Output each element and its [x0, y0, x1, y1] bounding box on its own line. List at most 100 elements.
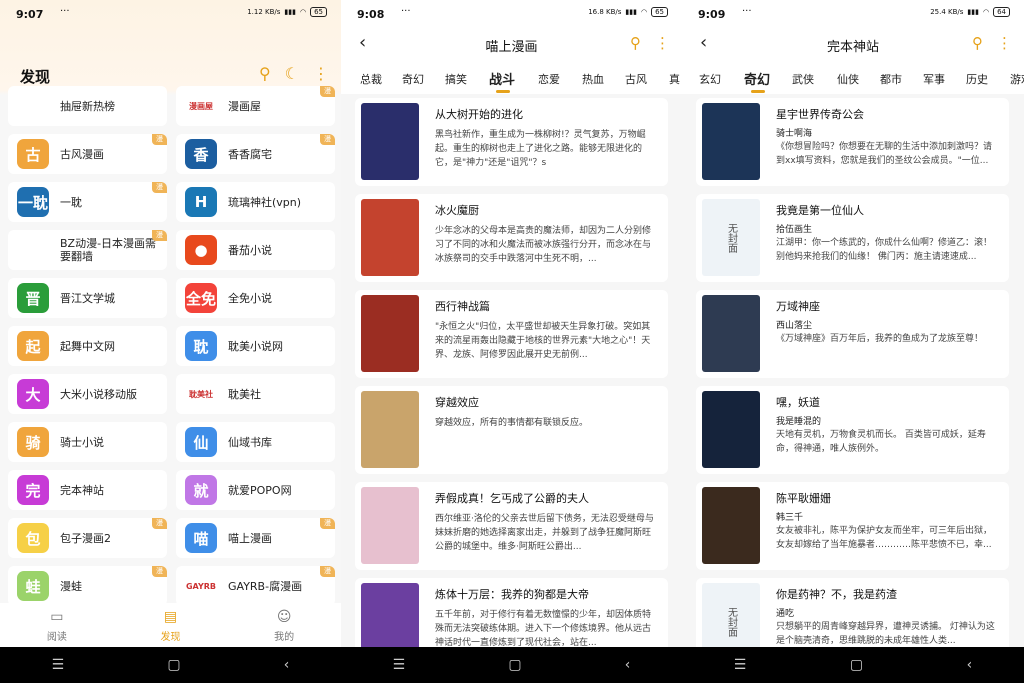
source-tile[interactable]: ● 番茄小说 [176, 230, 335, 270]
search-icon[interactable]: ⚲ [259, 64, 271, 83]
source-tile[interactable]: 仙仙域书库 [176, 422, 335, 462]
source-logo-icon: ● [185, 235, 217, 265]
source-tile[interactable]: H 琉璃神社(vpn) [176, 182, 335, 222]
source-logo-icon: 晋 [17, 283, 49, 313]
book-title: 西行神战篇 [435, 300, 490, 313]
tab-item[interactable]: 仙侠 [837, 71, 859, 87]
source-label: GAYRB-腐漫画 [228, 579, 303, 593]
source-tile[interactable]: 耽耽美小说网 [176, 326, 335, 366]
book-description: 西尔维亚·洛伦的父亲去世后留下债务，无法忍受继母与妹妹折磨的她选择离家出走，并躲… [435, 514, 654, 552]
nav-mine[interactable]: ☺ 我的 [227, 603, 341, 647]
source-tile[interactable]: 古古风漫画 漫 [8, 134, 167, 174]
comic-tag-badge: 漫 [152, 518, 167, 529]
source-logo-icon: 耽美社 [185, 379, 217, 409]
book-card[interactable]: 星宇世界传奇公会 骑士啊海 《你想冒险吗？你想要在无聊的生活中添加刺激吗？请到xx填… [696, 98, 1009, 186]
home-icon[interactable]: ▢ [167, 657, 180, 673]
source-tile[interactable]: 晋晋江文学城 [8, 278, 167, 318]
source-logo-icon: GAYRB [185, 571, 217, 601]
book-title: 嘿，妖道 [776, 396, 820, 409]
source-tile[interactable]: 全免 全免小说 [176, 278, 335, 318]
book-card[interactable]: 陈平耿姗姗 韩三千 女友被非礼，陈平为保护女友而坐牢，可三年后出狱，女友却嫁给了当年… [696, 482, 1009, 570]
source-label: 番茄小说 [228, 243, 272, 257]
back-icon[interactable]: ‹ [284, 657, 290, 673]
book-author: 通吃 [776, 609, 795, 619]
tab-item[interactable]: 恋爱 [538, 71, 560, 87]
system-nav: ☰ ▢ ‹ [682, 647, 1024, 683]
tab-item[interactable]: 搞笑 [445, 71, 467, 87]
more-icon[interactable]: ⋮ [655, 34, 670, 52]
tab-item[interactable]: 真 [669, 71, 680, 87]
comic-tag-badge: 漫 [152, 134, 167, 145]
nav-discover[interactable]: ▤ 发现 [114, 603, 228, 647]
source-tile[interactable]: 包包子漫画2 漫 [8, 518, 167, 558]
tab-item[interactable]: 历史 [966, 71, 988, 87]
search-icon[interactable]: ⚲ [630, 34, 641, 52]
source-label: 耽美社 [228, 387, 261, 401]
home-icon[interactable]: ▢ [850, 657, 863, 673]
menu-icon[interactable]: ☰ [734, 657, 747, 673]
tab-item[interactable]: 玄幻 [699, 71, 721, 87]
source-label: 大米小说移动版 [60, 387, 137, 401]
nav-read[interactable]: ▭ 阅读 [0, 603, 114, 647]
source-tile[interactable]: 漫画屋 漫画屋 漫 [176, 86, 335, 126]
source-tile[interactable]: 耽美社 耽美社 [176, 374, 335, 414]
book-description: 江湖甲：你一个练武的，你成什么仙啊？修道乙：滚！别他妈来抢我们的仙缘！ 佛门丙：… [776, 238, 993, 262]
book-description: 女友被非礼，陈平为保护女友而坐牢，可三年后出狱，女友却嫁给了当年施暴者…………陈… [776, 526, 993, 550]
source-tile[interactable]: GAYRB GAYRB-腐漫画 漫 [176, 566, 335, 606]
tab-item[interactable]: 都市 [880, 71, 902, 87]
source-label: BZ动漫-日本漫画需要翻墙 [60, 237, 157, 263]
source-tile[interactable]: 一耽 一耽 漫 [8, 182, 167, 222]
tab-item[interactable]: 奇幻 [402, 71, 424, 87]
source-label: 古风漫画 [60, 147, 104, 161]
book-title: 星宇世界传奇公会 [776, 108, 864, 121]
source-tile[interactable]: 蛙漫蛙 漫 [8, 566, 167, 606]
book-description: 《你想冒险吗？你想要在无聊的生活中添加刺激吗？请到xx填写资料，您就是我们的圣纹… [776, 142, 993, 166]
source-tile[interactable]: 抽屉新热榜 [8, 86, 167, 126]
wifi-icon: ◠ [640, 8, 648, 16]
source-tile[interactable]: 喵喵上漫画 漫 [176, 518, 335, 558]
menu-icon[interactable]: ☰ [393, 657, 406, 673]
book-card[interactable]: 冰火魔厨 少年念冰的父母本是高贵的魔法师，却因为二人分别修习了不同的冰和火魔法而被… [355, 194, 668, 282]
home-icon[interactable]: ▢ [508, 657, 521, 673]
page-title: 发现 [20, 68, 51, 86]
source-label: 琉璃神社(vpn) [228, 195, 302, 209]
source-label: 起舞中文网 [60, 339, 115, 353]
source-tile[interactable]: 大大米小说移动版 [8, 374, 167, 414]
book-cover [361, 199, 419, 276]
book-card[interactable]: 嘿，妖道 我是睡混的 天地有灵机，万物食灵机而长。 百类皆可成妖，延寿命，得神通，唯… [696, 386, 1009, 474]
more-icon[interactable]: ⋮ [313, 64, 329, 83]
book-card[interactable]: 万域神座 西山落尘 《万域神座》百万年后，我养的鱼成为了龙族至尊！ [696, 290, 1009, 378]
tab-item[interactable]: 热血 [582, 71, 604, 87]
search-icon[interactable]: ⚲ [972, 34, 983, 52]
book-author: 我是睡混的 [776, 417, 822, 427]
tab-item[interactable]: 军事 [923, 71, 945, 87]
source-logo-icon [17, 91, 49, 121]
source-tile[interactable]: 完完本神站 [8, 470, 167, 510]
book-card[interactable]: 弄假成真！乞丐成了公爵的夫人 西尔维亚·洛伦的父亲去世后留下债务，无法忍受继母与妹… [355, 482, 668, 570]
book-card[interactable]: 无封面 我竟是第一位仙人 拾伍画生 江湖甲：你一个练武的，你成什么仙啊？修道乙：滚！别… [696, 194, 1009, 282]
comic-tag-badge: 漫 [152, 566, 167, 577]
tab-item[interactable]: 游戏 [1010, 71, 1024, 87]
source-logo-icon: 骑 [17, 427, 49, 457]
source-tile[interactable]: 香香香腐宅 漫 [176, 134, 335, 174]
tab-item[interactable]: 总裁 [360, 71, 382, 87]
book-card[interactable]: 西行神战篇 "永恒之火"归位，太平盛世却被天生异象打破。突如其来的流星雨轰出隐藏于… [355, 290, 668, 378]
book-card[interactable]: 穿越效应 穿越效应，所有的事情都有联锁反应。 [355, 386, 668, 474]
book-title: 从大树开始的进化 [435, 108, 523, 121]
back-icon[interactable]: ‹ [625, 657, 631, 673]
tab-item[interactable]: 武侠 [792, 71, 814, 87]
tab-item[interactable]: 战斗 [489, 69, 515, 88]
more-icon[interactable]: ⋮ [997, 34, 1012, 52]
status-bar: 9:08 ··· 16.8 KB/s ▮▮▮ ◠ 65 [341, 0, 682, 28]
night-mode-icon[interactable]: ☾ [285, 64, 299, 83]
menu-icon[interactable]: ☰ [52, 657, 65, 673]
book-title: 冰火魔厨 [435, 204, 479, 217]
book-card[interactable]: 从大树开始的进化 黑鸟社新作，重生成为一株柳树!？灵气复苏，万物崛起。重生的柳树也… [355, 98, 668, 186]
source-tile[interactable]: BZ动漫-日本漫画需要翻墙漫 [8, 230, 167, 270]
source-tile[interactable]: 起起舞中文网 [8, 326, 167, 366]
tab-item[interactable]: 奇幻 [744, 69, 770, 88]
source-tile[interactable]: 骑骑士小说 [8, 422, 167, 462]
back-icon[interactable]: ‹ [967, 657, 973, 673]
tab-item[interactable]: 古风 [625, 71, 647, 87]
source-tile[interactable]: 就就爱POPO网 [176, 470, 335, 510]
